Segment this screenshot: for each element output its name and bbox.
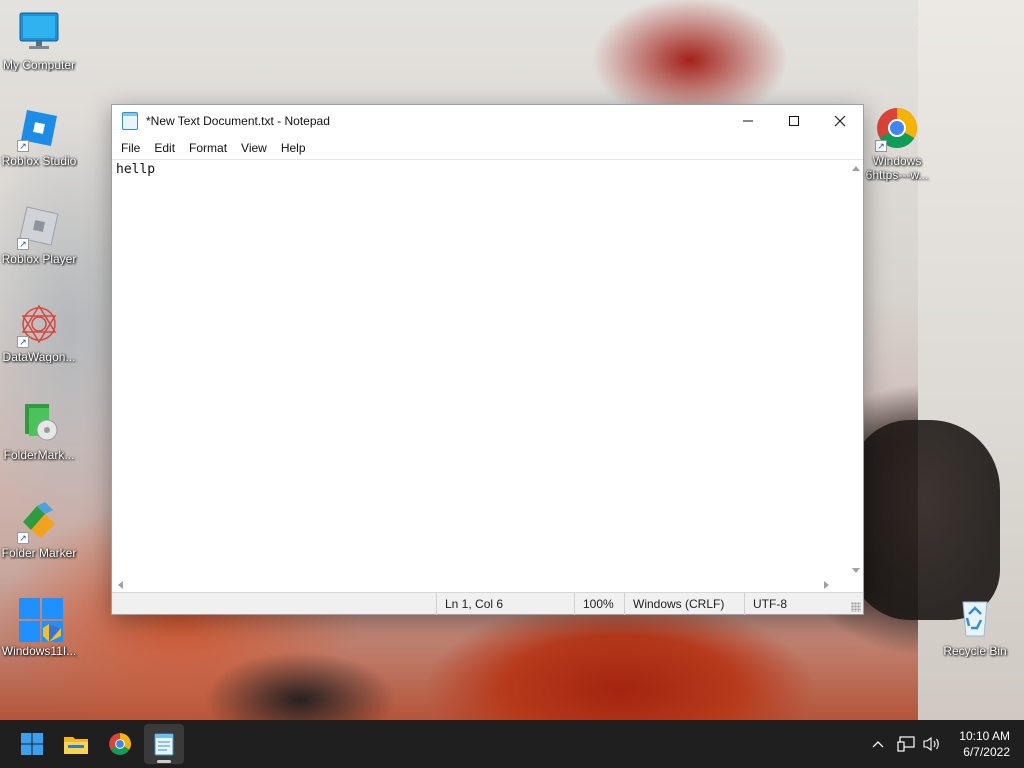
vertical-scrollbar[interactable] [849,160,863,579]
menu-format[interactable]: Format [182,141,234,155]
chevron-up-icon [872,741,884,748]
desktop-icon-chrome-shortcut[interactable]: ↗ Windows 6https---w... [858,106,936,182]
minimize-button[interactable] [725,105,771,137]
document-text[interactable]: hellp [116,162,155,177]
close-icon [834,115,846,127]
desktop-icon-roblox-player[interactable]: ↗ Roblox Player [0,204,78,266]
window-title: *New Text Document.txt - Notepad [146,114,330,128]
status-cursor-position: Ln 1, Col 6 [436,593,574,615]
clock-time: 10:10 AM [959,729,1010,743]
desktop-icon-roblox-studio[interactable]: ↗ Roblox Studio [0,106,78,168]
clock-date: 6/7/2022 [963,745,1010,759]
taskbar: 10:10 AM 6/7/2022 [0,720,1024,768]
horizontal-scrollbar[interactable] [112,578,849,592]
desktop-icon-recycle-bin[interactable]: Recycle Bin [936,596,1014,658]
folder-marker-icon: ↗ [17,498,61,544]
scroll-down-arrow-icon[interactable] [852,568,860,573]
wallpaper-fist [850,420,1000,620]
shortcut-arrow-icon: ↗ [17,336,29,348]
monitor-icon [17,10,61,54]
desktop-icon-foldermarker[interactable]: FolderMark... [0,400,78,462]
desktop-icon-label: FolderMark... [3,448,75,462]
taskbar-clock[interactable]: 10:10 AM 6/7/2022 [959,728,1010,760]
scroll-right-arrow-icon[interactable] [824,581,829,589]
shortcut-arrow-icon: ↗ [17,532,29,544]
chrome-icon [109,733,131,755]
chrome-icon: ↗ [875,106,919,152]
shortcut-arrow-icon: ↗ [17,238,29,250]
start-button[interactable] [12,724,52,764]
notepad-window[interactable]: *New Text Document.txt - Notepad File Ed… [111,104,864,615]
desktop-icon-label: Folder Marker [1,546,77,560]
foldermarker-icon [17,400,61,444]
menu-view[interactable]: View [234,141,274,155]
maximize-icon [789,116,799,126]
menu-help[interactable]: Help [274,141,313,155]
desktop-icon-label: Roblox Player [1,252,77,266]
start-icon [21,733,43,755]
status-line-ending: Windows (CRLF) [624,593,744,615]
close-button[interactable] [817,105,863,137]
menu-bar: File Edit Format View Help [112,137,863,159]
taskbar-chrome[interactable] [100,724,140,764]
maximize-button[interactable] [771,105,817,137]
desktop-icon-label-line2: 6https---w... [865,168,929,182]
desktop-icon-label: Recycle Bin [943,644,1007,658]
resize-grip-icon[interactable] [851,602,861,612]
taskbar-file-explorer[interactable] [56,724,96,764]
minimize-icon [743,120,753,122]
recycle-bin-icon [953,596,997,640]
desktop-icon-windows11[interactable]: Windows11I... [0,596,78,658]
text-editor[interactable]: hellp [112,159,863,592]
desktop-icon-folder-marker[interactable]: ↗ Folder Marker [0,498,78,560]
notepad-app-icon [122,112,138,130]
title-bar[interactable]: *New Text Document.txt - Notepad [112,105,863,137]
datawagon-icon: ↗ [17,302,61,348]
shortcut-arrow-icon: ↗ [17,140,29,152]
file-explorer-icon [64,737,88,754]
desktop-icon-label: DataWagon... [2,350,76,364]
network-button[interactable] [894,720,918,768]
notepad-icon [154,733,174,756]
desktop-icon-my-computer[interactable]: My Computer [0,10,78,72]
shortcut-arrow-icon: ↗ [875,140,887,152]
speaker-icon [923,736,939,752]
status-zoom: 100% [574,593,624,615]
menu-file[interactable]: File [114,141,147,155]
desktop-icon-label-line1: Windows [872,154,922,168]
desktop-icon-label: Roblox Studio [1,154,77,168]
scroll-left-arrow-icon[interactable] [118,581,123,589]
status-bar: Ln 1, Col 6 100% Windows (CRLF) UTF-8 [112,592,863,615]
taskbar-notepad[interactable] [144,724,184,764]
volume-button[interactable] [920,720,944,768]
show-hidden-icons-button[interactable] [866,720,890,768]
windows-logo-icon [17,596,63,642]
desktop-icon-label: My Computer [2,58,76,72]
scroll-up-arrow-icon[interactable] [852,166,860,171]
network-icon [897,736,915,752]
roblox-player-icon: ↗ [17,204,61,250]
roblox-studio-icon: ↗ [17,106,61,152]
status-encoding: UTF-8 [744,593,849,615]
desktop-icon-datawagon[interactable]: ↗ DataWagon... [0,302,78,364]
desktop-icon-label: Windows11I... [1,644,77,658]
menu-edit[interactable]: Edit [147,141,182,155]
